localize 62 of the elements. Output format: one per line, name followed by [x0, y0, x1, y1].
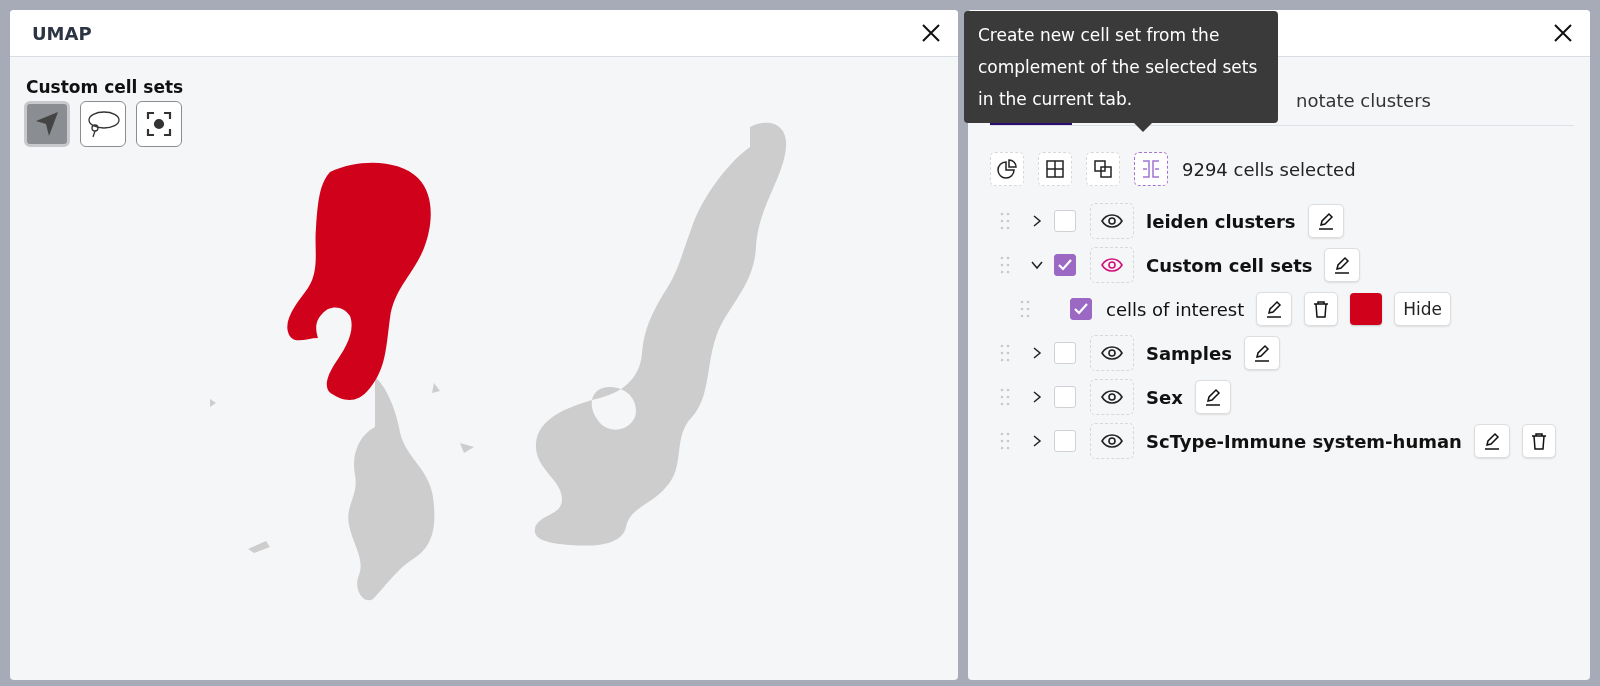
selection-count: 9294 cells selected [1182, 158, 1356, 180]
edit-button[interactable] [1473, 424, 1510, 458]
eye-icon [1101, 346, 1123, 360]
delete-button[interactable] [1521, 424, 1556, 458]
pencil-icon [1265, 300, 1284, 318]
check-icon [1074, 303, 1088, 315]
drag-handle-icon[interactable] [1000, 344, 1010, 362]
pointer-icon [35, 111, 59, 137]
lasso-icon [85, 109, 121, 139]
cell-set-label: cells of interest [1106, 298, 1245, 320]
trash-icon [1530, 432, 1547, 450]
visibility-toggle[interactable] [1090, 203, 1134, 239]
pencil-icon [1482, 432, 1501, 450]
cell-set-label: ScType-Immune system-human [1146, 430, 1462, 452]
toolbar-label: Custom cell sets [26, 77, 185, 97]
pencil-icon [1316, 212, 1335, 230]
visibility-toggle[interactable] [1090, 247, 1134, 283]
visibility-toggle[interactable] [1090, 335, 1134, 371]
drag-handle-icon[interactable] [1000, 388, 1010, 406]
tooltip-arrow [1134, 123, 1152, 132]
edit-button[interactable] [1194, 380, 1231, 414]
intersect-icon [1094, 160, 1112, 178]
visibility-toggle[interactable] [1090, 379, 1134, 415]
color-swatch[interactable] [1350, 293, 1383, 325]
close-icon [920, 22, 942, 44]
checkbox[interactable] [1070, 298, 1092, 320]
tool-button[interactable] [136, 101, 182, 147]
focus-icon [146, 111, 172, 137]
pencil-icon [1252, 344, 1271, 362]
drag-handle-icon[interactable] [1020, 300, 1030, 318]
complement-icon [1141, 159, 1161, 179]
pencil-icon [1203, 388, 1222, 406]
cell-set-label: Custom cell sets [1146, 254, 1313, 276]
edit-button[interactable] [1324, 248, 1361, 282]
tool-button[interactable] [80, 101, 126, 147]
edit-button[interactable] [1243, 336, 1280, 370]
cell-set-label: Sex [1146, 386, 1183, 408]
eye-icon [1101, 434, 1123, 448]
tooltip: Create new cell set from the complement of the selected sets in the current tab. [964, 11, 1278, 123]
split-icon [1045, 159, 1065, 179]
delete-button[interactable] [1304, 292, 1339, 326]
edit-button[interactable] [1307, 204, 1344, 238]
checkbox[interactable] [1054, 254, 1076, 276]
eye-icon [1101, 390, 1123, 404]
eye-icon [1101, 214, 1123, 228]
hide-button[interactable]: Hide [1394, 292, 1451, 326]
drag-handle-icon[interactable] [1000, 212, 1010, 230]
visibility-toggle[interactable] [1090, 423, 1134, 459]
drag-handle-icon[interactable] [1000, 256, 1010, 274]
close-icon [1552, 22, 1574, 44]
check-icon [1058, 259, 1072, 271]
tab[interactable]: notate clusters [1296, 87, 1431, 125]
pie-chart-icon [997, 159, 1017, 179]
edit-button[interactable] [1256, 292, 1293, 326]
eye-icon [1101, 258, 1123, 272]
pencil-icon [1333, 256, 1352, 274]
tool-button[interactable] [24, 101, 70, 147]
cell-set-label: Samples [1146, 342, 1232, 364]
cell-set-label: leiden clusters [1146, 210, 1296, 232]
drag-handle-icon[interactable] [1000, 432, 1010, 450]
trash-icon [1313, 300, 1330, 318]
panel-title: UMAP [32, 22, 92, 44]
